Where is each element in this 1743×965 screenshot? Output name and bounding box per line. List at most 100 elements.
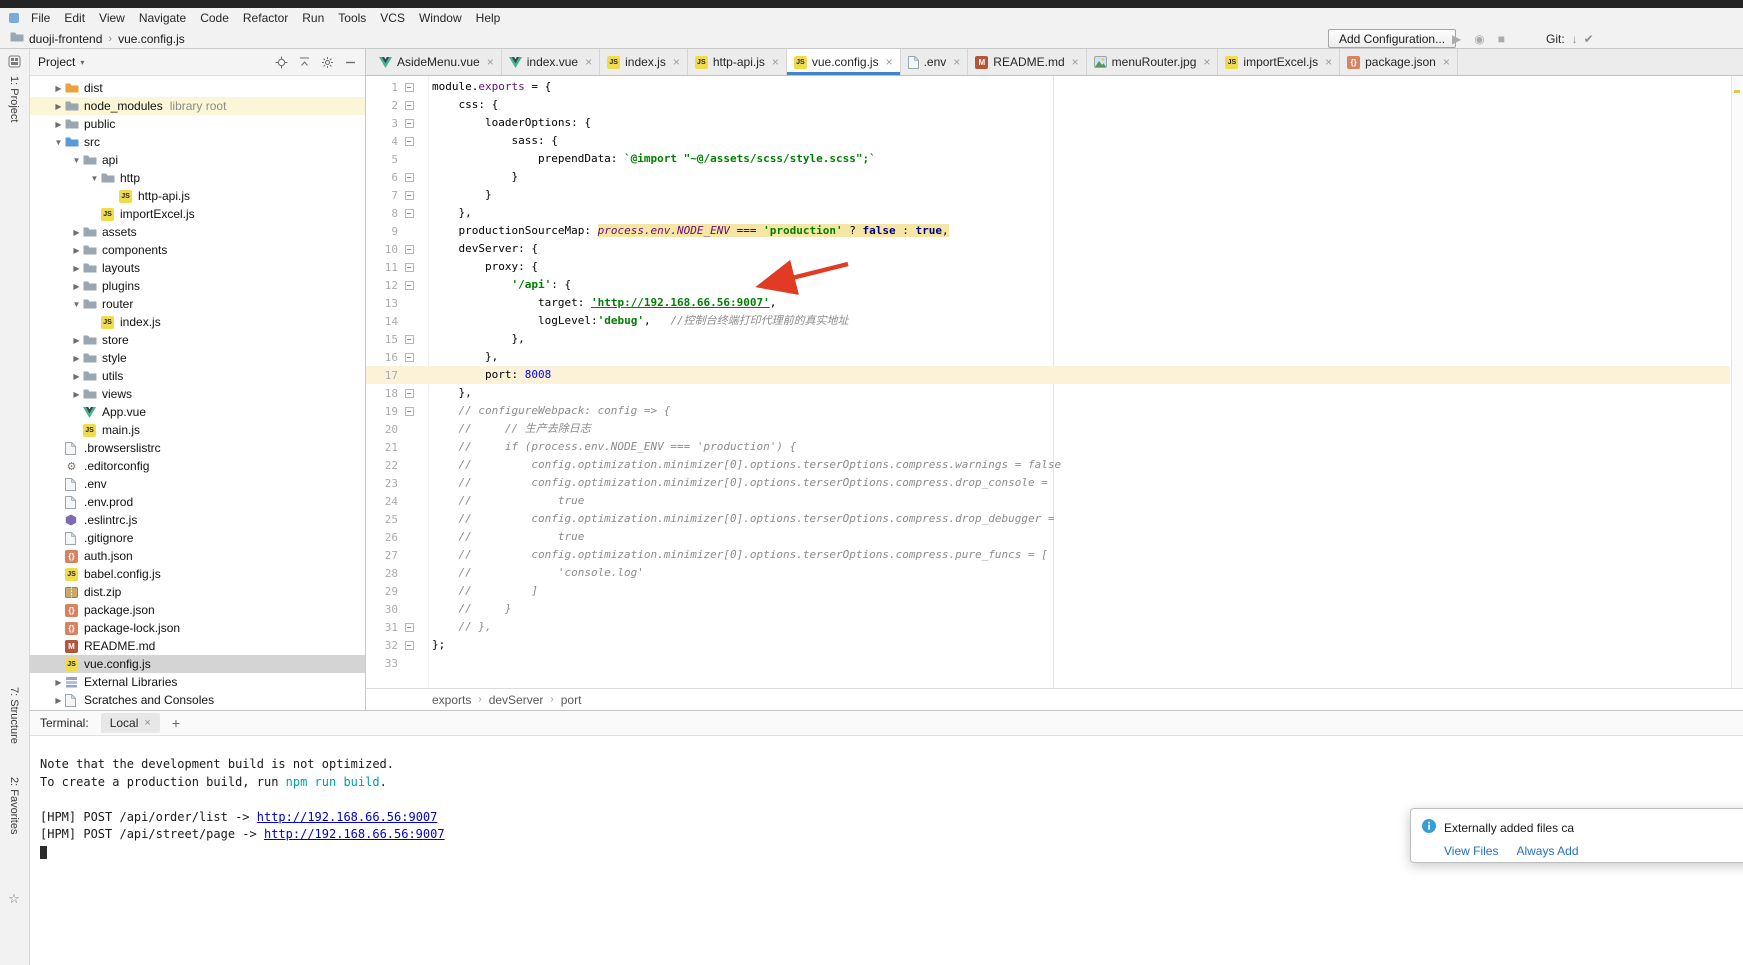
breadcrumb-exports[interactable]: exports bbox=[432, 693, 471, 707]
tree-item-babel-config-js[interactable]: JSbabel.config.js bbox=[30, 565, 365, 583]
tree-item-views[interactable]: ▶views bbox=[30, 385, 365, 403]
menu-run[interactable]: Run bbox=[295, 9, 331, 27]
line-number[interactable]: 18 bbox=[366, 387, 398, 400]
fold-marker-icon[interactable]: − bbox=[405, 407, 414, 416]
project-view-dropdown-icon[interactable]: ▾ bbox=[80, 58, 84, 67]
tree-item-src[interactable]: ▼src bbox=[30, 133, 365, 151]
tab-env[interactable]: .env× bbox=[901, 49, 969, 75]
tab-close-icon[interactable]: × bbox=[487, 55, 494, 69]
terminal-tab-close-icon[interactable]: × bbox=[144, 717, 150, 729]
fold-marker-icon[interactable]: − bbox=[405, 263, 414, 272]
code-line-13[interactable]: 13 target: 'http://192.168.66.56:9007', bbox=[366, 294, 1730, 312]
code-line-18[interactable]: 18− }, bbox=[366, 384, 1730, 402]
tab-close-icon[interactable]: × bbox=[1325, 55, 1332, 69]
line-number[interactable]: 11 bbox=[366, 261, 398, 274]
code-line-7[interactable]: 7− } bbox=[366, 186, 1730, 204]
line-number[interactable]: 22 bbox=[366, 459, 398, 472]
chevron-collapsed-icon[interactable]: ▶ bbox=[70, 246, 83, 255]
line-number[interactable]: 19 bbox=[366, 405, 398, 418]
tree-item-package-json[interactable]: {}package.json bbox=[30, 601, 365, 619]
fold-marker-icon[interactable]: − bbox=[405, 173, 414, 182]
menu-edit[interactable]: Edit bbox=[57, 9, 92, 27]
breadcrumb-project[interactable]: duoji-frontend bbox=[29, 32, 102, 46]
tab-close-icon[interactable]: × bbox=[886, 55, 893, 69]
chevron-collapsed-icon[interactable]: ▶ bbox=[52, 84, 65, 93]
tree-item-editorconfig[interactable]: ⚙.editorconfig bbox=[30, 457, 365, 475]
code-line-12[interactable]: 12− '/api': { bbox=[366, 276, 1730, 294]
chevron-collapsed-icon[interactable]: ▶ bbox=[70, 336, 83, 345]
code-line-31[interactable]: 31− // }, bbox=[366, 618, 1730, 636]
line-number[interactable]: 15 bbox=[366, 333, 398, 346]
tree-item-utils[interactable]: ▶utils bbox=[30, 367, 365, 385]
add-configuration-button[interactable]: Add Configuration... bbox=[1328, 29, 1456, 48]
terminal-tab-local[interactable]: Local × bbox=[101, 713, 160, 733]
tree-item-plugins[interactable]: ▶plugins bbox=[30, 277, 365, 295]
tree-item-http-api-js[interactable]: JShttp-api.js bbox=[30, 187, 365, 205]
fold-marker-icon[interactable]: − bbox=[405, 623, 414, 632]
tree-item-layouts[interactable]: ▶layouts bbox=[30, 259, 365, 277]
chevron-collapsed-icon[interactable]: ▶ bbox=[52, 102, 65, 111]
stop-icon[interactable]: ■ bbox=[1498, 32, 1505, 46]
tree-item-package-lock-json[interactable]: {}package-lock.json bbox=[30, 619, 365, 637]
chevron-expanded-icon[interactable]: ▼ bbox=[70, 156, 83, 165]
tab-vue-config-js[interactable]: JSvue.config.js× bbox=[787, 49, 901, 75]
menu-refactor[interactable]: Refactor bbox=[236, 9, 295, 27]
chevron-collapsed-icon[interactable]: ▶ bbox=[70, 228, 83, 237]
code-line-4[interactable]: 4− sass: { bbox=[366, 132, 1730, 150]
fold-marker-icon[interactable]: − bbox=[405, 353, 414, 362]
terminal-url-link[interactable]: http://192.168.66.56:9007 bbox=[257, 810, 438, 824]
tree-item-importexcel-js[interactable]: JSimportExcel.js bbox=[30, 205, 365, 223]
chevron-expanded-icon[interactable]: ▼ bbox=[70, 300, 83, 309]
menu-help[interactable]: Help bbox=[469, 9, 508, 27]
line-number[interactable]: 16 bbox=[366, 351, 398, 364]
tree-item-public[interactable]: ▶public bbox=[30, 115, 365, 133]
tree-item-assets[interactable]: ▶assets bbox=[30, 223, 365, 241]
code-line-19[interactable]: 19− // configureWebpack: config => { bbox=[366, 402, 1730, 420]
fold-marker-icon[interactable]: − bbox=[405, 245, 414, 254]
line-number[interactable]: 32 bbox=[366, 639, 398, 652]
code-line-5[interactable]: 5 prependData: `@import "~@/assets/scss/… bbox=[366, 150, 1730, 168]
code-line-2[interactable]: 2− css: { bbox=[366, 96, 1730, 114]
tree-item-index-js[interactable]: JSindex.js bbox=[30, 313, 365, 331]
tree-item-external-libraries[interactable]: ▶External Libraries bbox=[30, 673, 365, 691]
tool-stripe-favorites[interactable]: 2: Favorites bbox=[0, 777, 28, 834]
tree-item-eslintrc-js[interactable]: .eslintrc.js bbox=[30, 511, 365, 529]
menu-window[interactable]: Window bbox=[412, 9, 469, 27]
tree-item-vue-config-js[interactable]: JSvue.config.js bbox=[30, 655, 365, 673]
code-line-20[interactable]: 20 // // 生产去除日志 bbox=[366, 420, 1730, 438]
terminal-title[interactable]: Terminal: bbox=[40, 716, 89, 730]
line-number[interactable]: 5 bbox=[366, 153, 398, 166]
tree-item-gitignore[interactable]: .gitignore bbox=[30, 529, 365, 547]
tree-item-auth-json[interactable]: {}auth.json bbox=[30, 547, 365, 565]
line-number[interactable]: 27 bbox=[366, 549, 398, 562]
line-number[interactable]: 17 bbox=[366, 369, 398, 382]
tab-index-js[interactable]: JSindex.js× bbox=[600, 49, 688, 75]
breadcrumb-devserver[interactable]: devServer bbox=[489, 693, 544, 707]
line-number[interactable]: 21 bbox=[366, 441, 398, 454]
code-line-21[interactable]: 21 // if (process.env.NODE_ENV === 'prod… bbox=[366, 438, 1730, 456]
tree-item-components[interactable]: ▶components bbox=[30, 241, 365, 259]
tab-close-icon[interactable]: × bbox=[953, 55, 960, 69]
tree-item-scratches-and-consoles[interactable]: ▶Scratches and Consoles bbox=[30, 691, 365, 709]
code-line-11[interactable]: 11− proxy: { bbox=[366, 258, 1730, 276]
code-line-29[interactable]: 29 // ] bbox=[366, 582, 1730, 600]
fold-marker-icon[interactable]: − bbox=[405, 335, 414, 344]
chevron-collapsed-icon[interactable]: ▶ bbox=[52, 696, 65, 705]
code-line-8[interactable]: 8− }, bbox=[366, 204, 1730, 222]
line-number[interactable]: 13 bbox=[366, 297, 398, 310]
code-line-23[interactable]: 23 // config.optimization.minimizer[0].o… bbox=[366, 474, 1730, 492]
code-line-15[interactable]: 15− }, bbox=[366, 330, 1730, 348]
chevron-collapsed-icon[interactable]: ▶ bbox=[70, 264, 83, 273]
menu-file[interactable]: File bbox=[24, 9, 57, 27]
tree-item-app-vue[interactable]: App.vue bbox=[30, 403, 365, 421]
debug-icon[interactable]: ◉ bbox=[1474, 32, 1484, 46]
new-terminal-session-icon[interactable]: + bbox=[172, 715, 180, 731]
code-line-9[interactable]: 9 productionSourceMap: process.env.NODE_… bbox=[366, 222, 1730, 240]
breadcrumb-port[interactable]: port bbox=[561, 693, 582, 707]
tree-item-env[interactable]: .env bbox=[30, 475, 365, 493]
code-line-26[interactable]: 26 // true bbox=[366, 528, 1730, 546]
tab-menurouter-jpg[interactable]: menuRouter.jpg× bbox=[1087, 49, 1219, 75]
git-commit-icon[interactable]: ✔ bbox=[1584, 32, 1594, 46]
line-number[interactable]: 25 bbox=[366, 513, 398, 526]
tab-close-icon[interactable]: × bbox=[772, 55, 779, 69]
